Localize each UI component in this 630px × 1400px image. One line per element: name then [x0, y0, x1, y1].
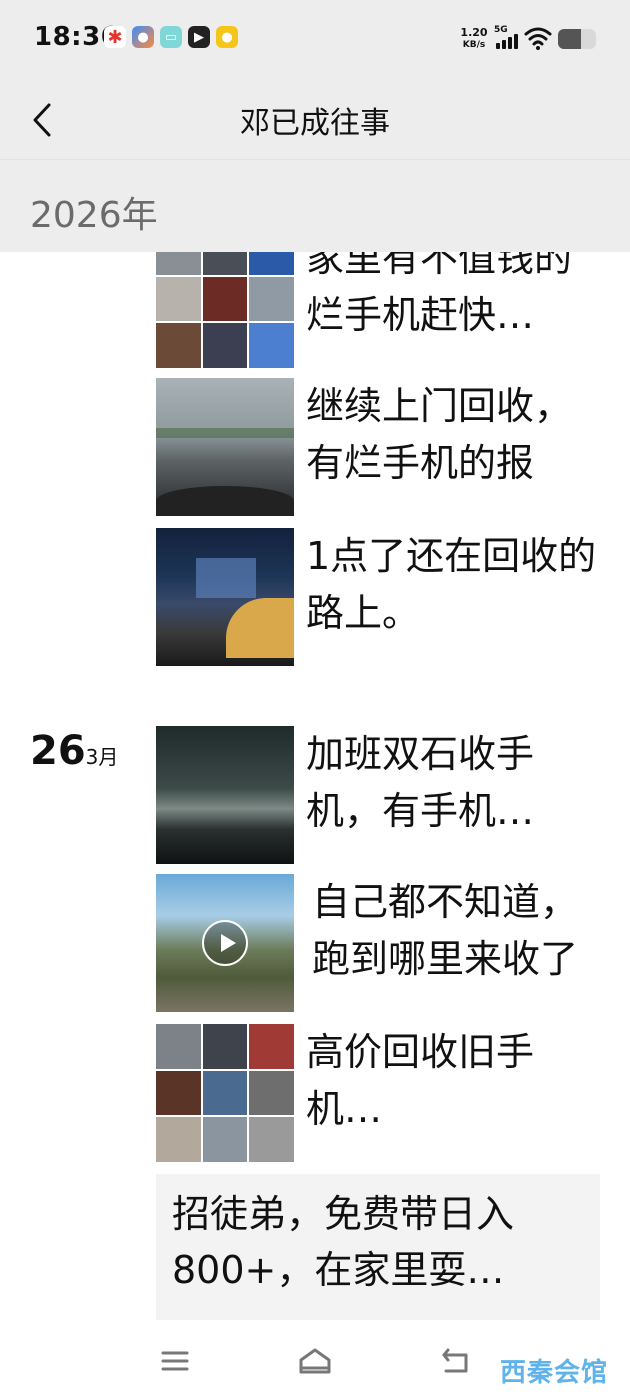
home-button[interactable] [295, 1344, 335, 1378]
baidu-icon: ● [132, 26, 154, 48]
battery-level [558, 29, 581, 49]
system-navigation-bar: 西秦会馆 [0, 1322, 630, 1400]
cellular-signal-icon: 5G [494, 25, 520, 51]
post-date-day: 26 [30, 728, 86, 774]
watermark: 西秦会馆 [500, 1358, 609, 1388]
home-icon [299, 1348, 331, 1374]
post-thumbnail[interactable] [156, 726, 294, 864]
post-text: 招徒弟，免费带日入800+，在家里耍… [172, 1192, 515, 1292]
network-speed-value: 1.20 [460, 26, 488, 39]
status-bar: 18:36 ✱ ● ▭ ▶ ● 1.20 KB/s 5G [0, 0, 630, 80]
post-thumbnail[interactable] [156, 378, 294, 516]
play-icon[interactable] [202, 920, 248, 966]
post-text[interactable]: 加班双石收手机，有手机… [306, 726, 606, 840]
network-speed: 1.20 KB/s [458, 27, 490, 51]
post-date: 263月 [30, 728, 118, 774]
page-title: 邓已成往事 [240, 106, 390, 141]
post-thumbnail[interactable] [156, 528, 294, 666]
text-post-card[interactable]: 招徒弟，免费带日入800+，在家里耍… [156, 1174, 600, 1320]
network-speed-unit: KB/s [462, 40, 486, 50]
system-back-button[interactable] [435, 1344, 475, 1378]
year-label: 2026年 [30, 195, 158, 236]
coin-app-icon: ● [216, 26, 238, 48]
post-text[interactable]: 家里有不值钱的烂手机赶快… [306, 252, 606, 344]
post-text[interactable]: 自己都不知道，跑到哪里来收了 [312, 874, 612, 988]
battery-icon [558, 29, 596, 49]
post-thumbnail-grid[interactable] [156, 1024, 294, 1162]
video-app-icon: ▶ [188, 26, 210, 48]
post-video-thumbnail[interactable] [156, 874, 294, 1012]
wifi-icon [524, 27, 552, 50]
post-text[interactable]: 继续上门回收，有烂手机的报 [306, 378, 606, 492]
toutiao-icon: ✱ [104, 26, 126, 48]
post-date-month: 3月 [85, 745, 119, 769]
screen-icon: ▭ [160, 26, 182, 48]
post-text[interactable]: 高价回收旧手机… [306, 1024, 606, 1138]
menu-icon [161, 1351, 189, 1371]
notification-icons: ✱ ● ▭ ▶ ● [104, 26, 238, 48]
back-arrow-icon [442, 1348, 468, 1373]
navigation-bar: 邓已成往事 [0, 80, 630, 160]
post-thumbnail-grid[interactable] [156, 252, 294, 368]
menu-button[interactable] [155, 1344, 195, 1378]
post-text[interactable]: 1点了还在回收的路上。 [306, 528, 606, 642]
timeline-feed[interactable]: 家里有不值钱的烂手机赶快… 继续上门回收，有烂手机的报 1点了还在回收的路上。 … [0, 252, 630, 1322]
year-header: 2026年 [0, 160, 630, 252]
